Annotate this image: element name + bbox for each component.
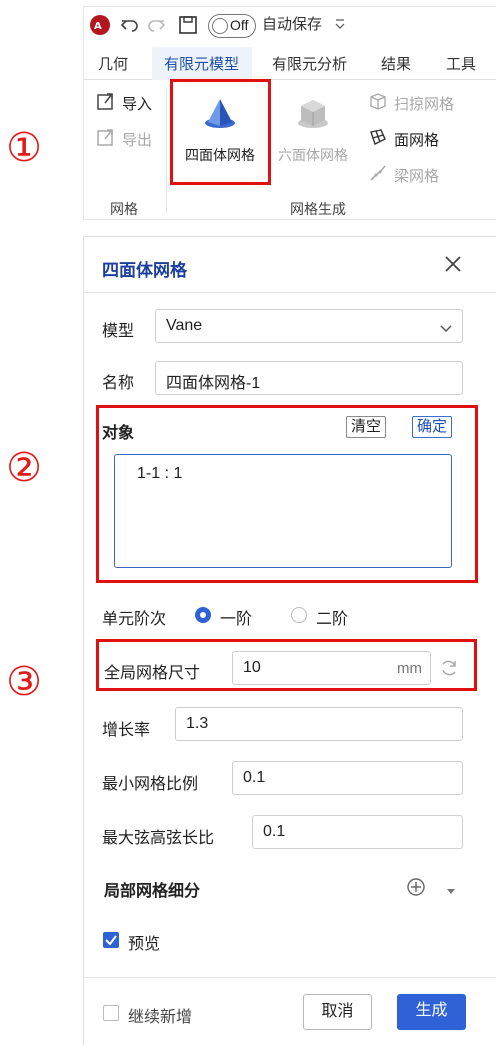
autosave-toggle[interactable]: Off: [208, 14, 256, 38]
chord-label: 最大弦高弦长比: [102, 830, 215, 847]
highlight-box-tet-button: [170, 79, 271, 185]
growth-label: 增长率: [102, 722, 151, 739]
group-separator: [166, 89, 167, 213]
undo-icon[interactable]: [120, 15, 140, 40]
beam-mesh-label: 梁网格: [394, 167, 440, 185]
app-logo-icon[interactable]: A: [90, 15, 110, 35]
add-circle-icon[interactable]: [406, 877, 426, 902]
preview-label: 预览: [128, 936, 161, 953]
highlight-box-object: [96, 405, 478, 583]
name-value: 四面体网格-1: [166, 375, 261, 392]
sweep-mesh-button[interactable]: 扫掠网格: [368, 91, 454, 115]
quick-access-toolbar: A Off 自动保存: [84, 7, 496, 43]
autosave-label: 自动保存: [262, 16, 323, 33]
chord-value: 0.1: [263, 823, 286, 840]
beam-mesh-button[interactable]: 梁网格: [368, 163, 439, 187]
preview-checkbox[interactable]: [103, 932, 119, 948]
svg-text:A: A: [94, 21, 102, 32]
order-label: 单元阶次: [102, 611, 167, 628]
generate-button[interactable]: 生成: [397, 994, 466, 1030]
save-icon[interactable]: [178, 15, 198, 40]
customize-dropdown-icon[interactable]: [334, 17, 346, 36]
model-label: 模型: [102, 323, 135, 340]
cancel-button[interactable]: 取消: [303, 994, 372, 1030]
order-first-radio[interactable]: [195, 607, 211, 623]
surface-mesh-button[interactable]: 面网格: [368, 127, 439, 151]
tab-results[interactable]: 结果: [381, 53, 411, 74]
mesh-group-label: 网格: [110, 201, 138, 217]
sweep-mesh-icon: [368, 91, 388, 115]
hex-mesh-label: 六面体网格: [278, 147, 348, 163]
name-label: 名称: [102, 375, 135, 392]
step-marker-1: ①: [6, 125, 42, 171]
hexahedron-icon: [295, 95, 331, 131]
surface-mesh-icon: [368, 127, 388, 151]
import-icon: [96, 91, 116, 115]
chord-input[interactable]: 0.1: [252, 815, 463, 849]
local-refine-label: 局部网格细分: [104, 883, 201, 900]
import-label: 导入: [122, 95, 153, 113]
order-second-label: 二阶: [316, 611, 349, 628]
export-icon: [96, 127, 116, 151]
min-ratio-input[interactable]: 0.1: [232, 761, 463, 795]
step-marker-2: ②: [6, 445, 42, 491]
tab-fe-model[interactable]: 有限元模型: [164, 53, 239, 74]
beam-mesh-icon: [368, 163, 388, 187]
name-input[interactable]: 四面体网格-1: [155, 361, 463, 395]
tab-fe-analysis[interactable]: 有限元分析: [272, 53, 347, 74]
export-label: 导出: [122, 131, 153, 149]
hex-mesh-button[interactable]: 六面体网格: [272, 87, 354, 183]
title-divider: [84, 292, 496, 293]
caret-down-icon[interactable]: [446, 883, 456, 901]
order-first-label: 一阶: [220, 611, 253, 628]
sweep-mesh-label: 扫掠网格: [394, 95, 455, 113]
mesh-gen-group-label: 网格生成: [290, 201, 346, 217]
continue-checkbox[interactable]: [103, 1005, 119, 1021]
footer-divider: [84, 977, 496, 978]
tet-mesh-panel: 四面体网格 模型 Vane 名称 四面体网格-1 对象 清空 确定 1-1 : …: [83, 236, 496, 1045]
redo-icon[interactable]: [146, 15, 166, 40]
highlight-box-global-size: [96, 639, 477, 691]
growth-input[interactable]: 1.3: [175, 707, 463, 741]
surface-mesh-label: 面网格: [394, 131, 440, 149]
step-marker-3: ③: [6, 659, 42, 705]
min-ratio-value: 0.1: [243, 769, 266, 786]
ribbon: A Off 自动保存 几何 有限元模型 有限元分析 结果 工具 导入 导出 网格…: [83, 6, 496, 220]
tab-geometry[interactable]: 几何: [98, 53, 128, 74]
import-button[interactable]: 导入: [96, 91, 152, 115]
model-select[interactable]: Vane: [155, 309, 463, 343]
growth-value: 1.3: [186, 715, 209, 732]
model-value: Vane: [166, 317, 203, 334]
order-second-radio[interactable]: [291, 607, 307, 623]
chevron-down-icon: [440, 321, 452, 339]
close-icon[interactable]: [440, 251, 466, 277]
toggle-knob: [212, 18, 228, 34]
continue-label: 继续新增: [128, 1009, 193, 1026]
export-button[interactable]: 导出: [96, 127, 152, 151]
panel-title: 四面体网格: [102, 261, 187, 280]
min-ratio-label: 最小网格比例: [102, 776, 199, 793]
toggle-state: Off: [230, 17, 249, 33]
tab-tools[interactable]: 工具: [446, 53, 476, 74]
ribbon-tabs: 几何 有限元模型 有限元分析 结果 工具: [84, 47, 496, 80]
